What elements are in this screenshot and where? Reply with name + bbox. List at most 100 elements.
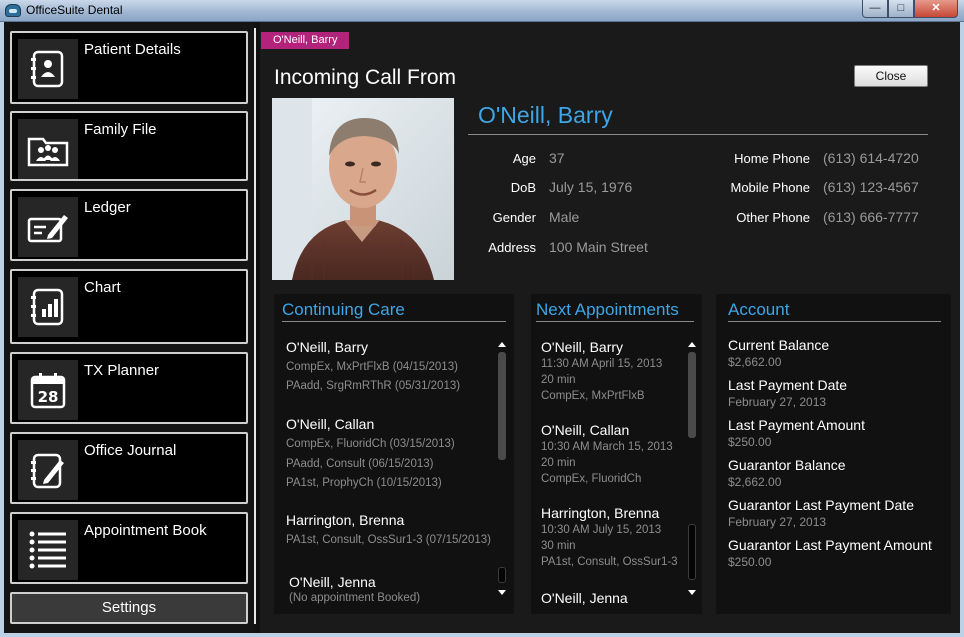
next-appointments-panel: Next Appointments O'Neill, Barry 11:30 A… bbox=[531, 294, 702, 614]
sidebar-item-label: Ledger bbox=[84, 199, 131, 216]
patient-details-icon bbox=[18, 39, 78, 99]
age-value: 37 bbox=[549, 150, 565, 166]
list-item-detail: 11:30 AM April 15, 2013 bbox=[541, 358, 663, 370]
current-balance-value: $2,662.00 bbox=[728, 355, 782, 369]
close-button[interactable]: Close bbox=[854, 65, 928, 87]
list-item-detail: 20 min bbox=[541, 374, 576, 386]
sidebar-item-tx-planner[interactable]: 28 TX Planner bbox=[10, 352, 248, 424]
list-item-detail: 20 min bbox=[541, 457, 576, 469]
list-item-name[interactable]: O'Neill, Jenna bbox=[289, 574, 376, 590]
sidebar-item-label: Patient Details bbox=[84, 41, 181, 58]
sidebar-item-label: Appointment Book bbox=[84, 522, 207, 539]
sidebar-item-label: Chart bbox=[84, 279, 121, 296]
sidebar-item-patient-details[interactable]: Patient Details bbox=[10, 31, 248, 104]
list-item-detail: PA1st, Consult, OssSur1-3 (07/15/2013) bbox=[286, 534, 491, 546]
address-label: Address bbox=[488, 240, 536, 255]
sidebar-item-office-journal[interactable]: Office Journal bbox=[10, 432, 248, 504]
guarantor-balance-value: $2,662.00 bbox=[728, 475, 782, 489]
close-window-button[interactable]: ✕ bbox=[914, 0, 958, 18]
list-item-detail: CompEx, FluoridCh (03/15/2013) bbox=[286, 438, 455, 450]
sidebar-item-ledger[interactable]: Ledger bbox=[10, 189, 248, 261]
scrollbar-thumb[interactable] bbox=[688, 352, 696, 438]
chart-icon bbox=[18, 277, 78, 337]
scrollbar-track[interactable] bbox=[688, 524, 696, 580]
scroll-down-arrow-icon[interactable] bbox=[688, 590, 696, 595]
list-item-name[interactable]: O'Neill, Callan bbox=[541, 422, 629, 438]
sidebar: Patient Details Family File Ledger Chart bbox=[4, 22, 254, 633]
scrollbar-track[interactable] bbox=[498, 567, 506, 583]
window-controls: — □ ✕ bbox=[862, 0, 958, 18]
list-item-detail: CompEx, FluoridCh bbox=[541, 473, 642, 485]
tx-planner-icon: 28 bbox=[18, 360, 78, 420]
sidebar-item-chart[interactable]: Chart bbox=[10, 269, 248, 344]
list-item-detail: PA1st, ProphyCh (10/15/2013) bbox=[286, 477, 442, 489]
panel-divider bbox=[728, 321, 941, 322]
sidebar-item-family-file[interactable]: Family File bbox=[10, 111, 248, 181]
list-item-name[interactable]: O'Neill, Callan bbox=[286, 416, 374, 432]
panel-divider bbox=[536, 321, 694, 322]
last-payment-amount-value: $250.00 bbox=[728, 435, 772, 449]
list-item-detail: 10:30 AM July 15, 2013 bbox=[541, 524, 662, 536]
list-item-detail: CompEx, MxPrtFlxB (04/15/2013) bbox=[286, 361, 458, 373]
mobile-phone-label: Mobile Phone bbox=[730, 180, 811, 195]
window-frame: Patient Details Family File Ledger Chart bbox=[0, 22, 964, 637]
account-title: Account bbox=[728, 300, 790, 319]
guarantor-last-payment-amount-label: Guarantor Last Payment Amount bbox=[728, 537, 932, 553]
last-payment-date-value: February 27, 2013 bbox=[728, 395, 827, 409]
office-journal-icon bbox=[18, 440, 78, 500]
other-phone-label: Other Phone bbox=[736, 210, 810, 225]
guarantor-balance-label: Guarantor Balance bbox=[728, 457, 846, 473]
patient-tab[interactable]: O'Neill, Barry bbox=[261, 32, 350, 49]
panel-divider bbox=[282, 321, 506, 322]
list-item-name[interactable]: O'Neill, Barry bbox=[541, 339, 623, 355]
scroll-up-arrow-icon[interactable] bbox=[498, 342, 506, 347]
next-appointments-title: Next Appointments bbox=[536, 300, 679, 319]
scroll-down-arrow-icon[interactable] bbox=[498, 590, 506, 595]
guarantor-last-payment-date-label: Guarantor Last Payment Date bbox=[728, 497, 914, 513]
gender-label: Gender bbox=[492, 210, 536, 225]
home-phone-value: (613) 614-4720 bbox=[823, 150, 919, 166]
list-item-detail: (No appointment Booked) bbox=[289, 592, 421, 604]
age-label: Age bbox=[512, 151, 536, 166]
sidebar-item-appointment-book[interactable]: Appointment Book bbox=[10, 512, 248, 584]
gender-value: Male bbox=[549, 209, 580, 225]
continuing-care-panel: Continuing Care O'Neill, Barry CompEx, M… bbox=[274, 294, 514, 614]
list-item-detail: PA1st, Consult, OssSur1-3 bbox=[541, 556, 678, 568]
client-area: Patient Details Family File Ledger Chart bbox=[4, 22, 960, 633]
guarantor-last-payment-amount-value: $250.00 bbox=[728, 555, 772, 569]
list-item-name[interactable]: O'Neill, Barry bbox=[286, 339, 368, 355]
continuing-care-title: Continuing Care bbox=[282, 300, 405, 319]
guarantor-last-payment-date-value: February 27, 2013 bbox=[728, 515, 827, 529]
family-file-icon bbox=[18, 119, 78, 179]
title-bar: OfficeSuite Dental — □ ✕ bbox=[0, 0, 964, 22]
last-payment-amount-label: Last Payment Amount bbox=[728, 417, 865, 433]
list-item-detail: CompEx, MxPrtFlxB bbox=[541, 390, 645, 402]
list-item-detail: PAadd, SrgRmRThR (05/31/2013) bbox=[286, 380, 461, 392]
list-item-name[interactable]: Harrington, Brenna bbox=[286, 512, 404, 528]
incoming-call-heading: Incoming Call From bbox=[274, 66, 457, 89]
list-item-name[interactable]: Harrington, Brenna bbox=[541, 505, 659, 521]
list-item-detail: 30 min bbox=[541, 540, 576, 552]
minimize-button[interactable]: — bbox=[862, 0, 888, 18]
last-payment-date-label: Last Payment Date bbox=[728, 377, 848, 393]
main-panel: O'Neill, Barry Incoming Call From Close bbox=[260, 22, 960, 633]
name-divider bbox=[468, 134, 928, 135]
other-phone-value: (613) 666-7777 bbox=[823, 209, 919, 225]
patient-name: O'Neill, Barry bbox=[478, 102, 613, 128]
list-item-name[interactable]: O'Neill, Jenna bbox=[541, 590, 628, 606]
sidebar-item-label: TX Planner bbox=[84, 362, 160, 379]
address-value: 100 Main Street bbox=[549, 239, 648, 255]
list-item-detail: 10:30 AM March 15, 2013 bbox=[541, 441, 673, 453]
dob-label: DoB bbox=[510, 180, 536, 195]
settings-button[interactable]: Settings bbox=[10, 592, 248, 624]
home-phone-label: Home Phone bbox=[734, 151, 810, 166]
current-balance-label: Current Balance bbox=[728, 337, 830, 353]
calendar-day-number: 28 bbox=[38, 388, 59, 406]
maximize-button[interactable]: □ bbox=[888, 0, 914, 18]
scroll-up-arrow-icon[interactable] bbox=[688, 342, 696, 347]
dob-value: July 15, 1976 bbox=[549, 179, 633, 195]
sidebar-item-label: Office Journal bbox=[84, 442, 177, 459]
scrollbar-thumb[interactable] bbox=[498, 352, 506, 460]
window-title: OfficeSuite Dental bbox=[26, 3, 123, 17]
sidebar-item-label: Family File bbox=[84, 121, 157, 138]
